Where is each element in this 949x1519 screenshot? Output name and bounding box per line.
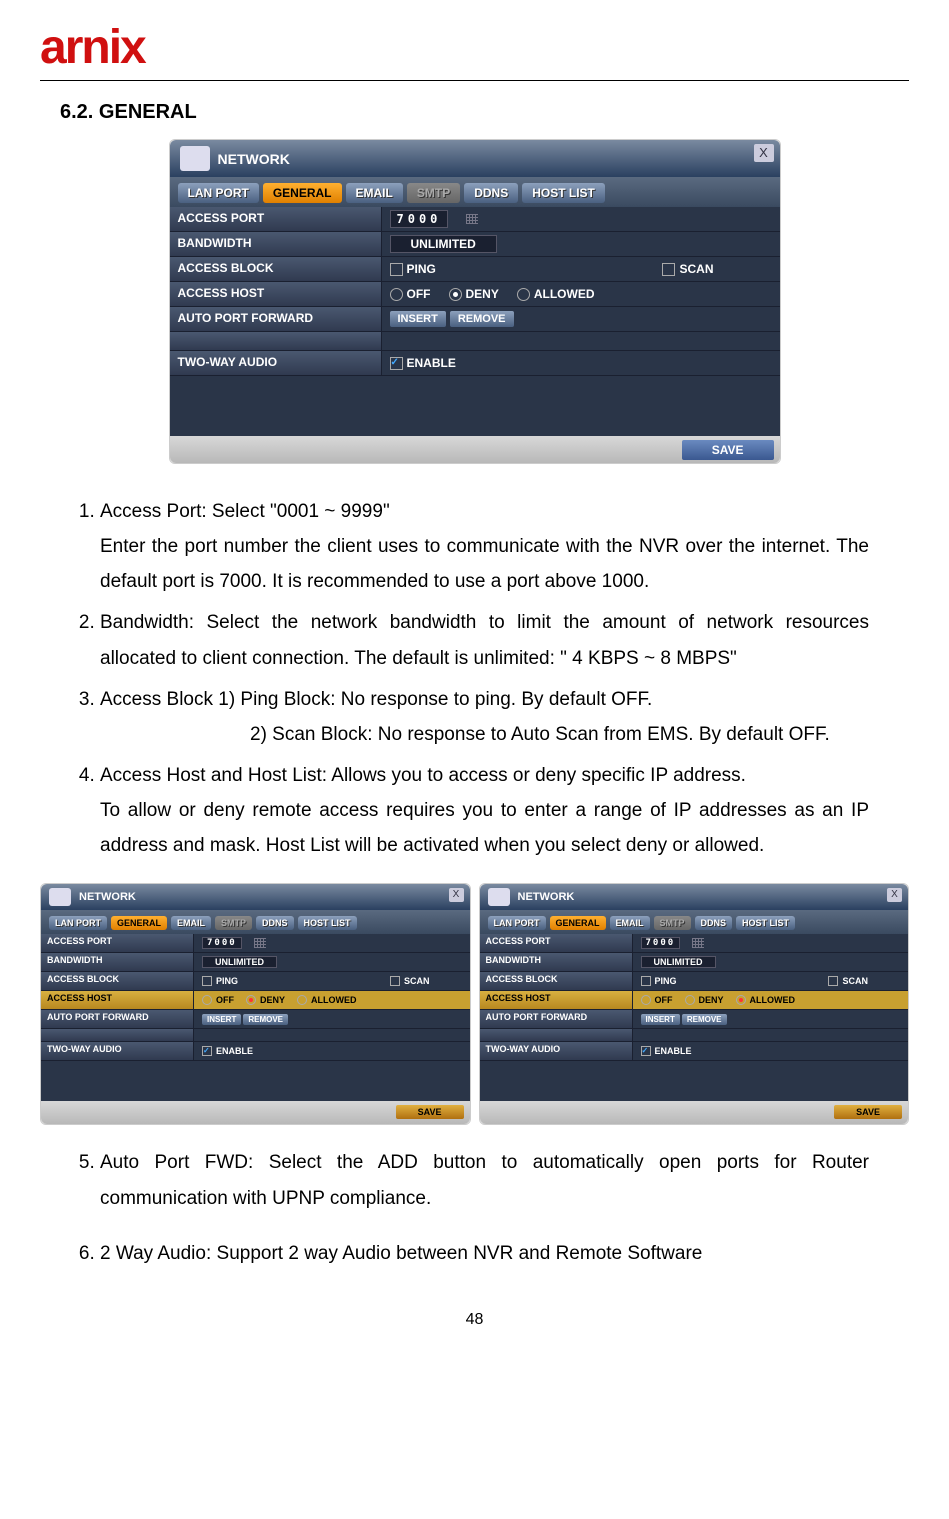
tab-bar: LAN PORT GENERAL EMAIL SMTP DDNS HOST LI… xyxy=(170,177,780,207)
access-host-deny[interactable]: DENY xyxy=(685,995,724,1005)
network-panel: X NETWORK LAN PORT GENERAL EMAIL SMTP DD… xyxy=(169,139,781,464)
save-button[interactable]: SAVE xyxy=(396,1105,464,1119)
tab-host-list[interactable]: HOST LIST xyxy=(522,183,605,203)
tab-host-list[interactable]: HOST LIST xyxy=(298,916,357,930)
scan-checkbox[interactable]: SCAN xyxy=(662,262,713,276)
label-bandwidth: BANDWIDTH xyxy=(170,232,382,256)
remove-button[interactable]: REMOVE xyxy=(243,1014,288,1025)
label-access-port: ACCESS PORT xyxy=(170,207,382,231)
tab-general[interactable]: GENERAL xyxy=(111,916,167,930)
list-item: Access Block 1) Ping Block: No response … xyxy=(100,682,869,752)
bandwidth-select[interactable]: UNLIMITED xyxy=(390,235,497,253)
ping-checkbox[interactable]: PING xyxy=(641,976,677,986)
access-host-deny[interactable]: DENY xyxy=(246,995,285,1005)
tab-ddns[interactable]: DDNS xyxy=(695,916,733,930)
access-host-deny[interactable]: DENY xyxy=(449,287,499,301)
enable-checkbox[interactable]: ENABLE xyxy=(202,1046,253,1056)
tab-smtp: SMTP xyxy=(407,183,460,203)
panel-title: NETWORK xyxy=(218,151,290,167)
bandwidth-select[interactable]: UNLIMITED xyxy=(202,956,277,968)
row-bandwidth: BANDWIDTH UNLIMITED xyxy=(170,232,780,257)
keypad-icon[interactable] xyxy=(466,214,478,224)
tab-ddns[interactable]: DDNS xyxy=(256,916,294,930)
row-auto-port-forward: AUTO PORT FORWARD INSERT REMOVE xyxy=(170,307,780,332)
network-icon xyxy=(488,888,510,906)
keypad-icon[interactable] xyxy=(692,938,704,948)
tab-bar: LAN PORT GENERAL EMAIL SMTP DDNS HOST LI… xyxy=(480,910,909,934)
scan-checkbox[interactable]: SCAN xyxy=(828,976,868,986)
bandwidth-select[interactable]: UNLIMITED xyxy=(641,956,716,968)
access-host-off[interactable]: OFF xyxy=(202,995,234,1005)
scan-checkbox[interactable]: SCAN xyxy=(390,976,430,986)
close-icon[interactable]: X xyxy=(754,144,774,162)
tab-host-list[interactable]: HOST LIST xyxy=(736,916,795,930)
list-item: Bandwidth: Select the network bandwidth … xyxy=(100,605,869,675)
tab-general[interactable]: GENERAL xyxy=(263,183,342,203)
enable-checkbox[interactable]: ENABLE xyxy=(390,356,456,370)
insert-button[interactable]: INSERT xyxy=(202,1014,241,1025)
access-port-input[interactable]: 7000 xyxy=(202,937,242,949)
access-host-allowed[interactable]: ALLOWED xyxy=(517,287,595,301)
row-access-host: ACCESS HOST OFF DENY ALLOWED xyxy=(170,282,780,307)
panel-header: NETWORK xyxy=(170,140,780,177)
enable-checkbox[interactable]: ENABLE xyxy=(641,1046,692,1056)
list-item: 2 Way Audio: Support 2 way Audio between… xyxy=(100,1236,869,1271)
tab-smtp: SMTP xyxy=(215,916,252,930)
row-access-block: ACCESS BLOCK PING SCAN xyxy=(170,257,780,282)
instruction-list: Access Port: Select "0001 ~ 9999" Enter … xyxy=(100,494,869,863)
tab-lan-port[interactable]: LAN PORT xyxy=(49,916,107,930)
tab-general[interactable]: GENERAL xyxy=(550,916,606,930)
save-button[interactable]: SAVE xyxy=(682,440,774,460)
network-icon xyxy=(180,146,210,171)
insert-button[interactable]: INSERT xyxy=(641,1014,680,1025)
section-heading: 6.2. GENERAL xyxy=(60,101,909,124)
label-access-host: ACCESS HOST xyxy=(170,282,382,306)
label-access-block: ACCESS BLOCK xyxy=(170,257,382,281)
close-icon[interactable]: X xyxy=(887,888,902,902)
panel-footer: SAVE xyxy=(170,436,780,463)
tab-smtp: SMTP xyxy=(654,916,691,930)
label-two-way-audio: TWO-WAY AUDIO xyxy=(170,351,382,375)
header-rule xyxy=(40,80,909,81)
keypad-icon[interactable] xyxy=(254,938,266,948)
list-item: Access Port: Select "0001 ~ 9999" Enter … xyxy=(100,494,869,599)
access-port-input[interactable]: 7000 xyxy=(390,210,449,228)
row-two-way-audio: TWO-WAY AUDIO ENABLE xyxy=(170,351,780,376)
insert-button[interactable]: INSERT xyxy=(390,311,446,327)
panel-header: NETWORK xyxy=(41,884,470,910)
remove-button[interactable]: REMOVE xyxy=(450,311,514,327)
label-auto-port-forward: AUTO PORT FORWARD xyxy=(170,307,382,331)
access-host-off[interactable]: OFF xyxy=(641,995,673,1005)
access-port-input[interactable]: 7000 xyxy=(641,937,681,949)
blank-rows xyxy=(170,376,780,436)
ping-checkbox[interactable]: PING xyxy=(390,262,436,276)
logo: arnix xyxy=(40,20,909,75)
network-panel-allowed: X NETWORK LAN PORT GENERAL EMAIL SMTP DD… xyxy=(479,883,910,1125)
tab-bar: LAN PORT GENERAL EMAIL SMTP DDNS HOST LI… xyxy=(41,910,470,934)
list-item: Auto Port FWD: Select the ADD button to … xyxy=(100,1145,869,1215)
close-icon[interactable]: X xyxy=(449,888,464,902)
tab-email[interactable]: EMAIL xyxy=(610,916,650,930)
access-host-allowed[interactable]: ALLOWED xyxy=(736,995,796,1005)
network-icon xyxy=(49,888,71,906)
access-host-allowed[interactable]: ALLOWED xyxy=(297,995,357,1005)
row-access-port: ACCESS PORT 7000 xyxy=(170,207,780,232)
page-number: 48 xyxy=(40,1311,909,1329)
tab-email[interactable]: EMAIL xyxy=(171,916,211,930)
tab-ddns[interactable]: DDNS xyxy=(464,183,518,203)
tab-lan-port[interactable]: LAN PORT xyxy=(178,183,259,203)
access-host-off[interactable]: OFF xyxy=(390,287,431,301)
panel-title: NETWORK xyxy=(79,891,136,903)
tab-lan-port[interactable]: LAN PORT xyxy=(488,916,546,930)
instruction-list-2: Auto Port FWD: Select the ADD button to … xyxy=(100,1145,869,1270)
tab-email[interactable]: EMAIL xyxy=(346,183,403,203)
list-item: Access Host and Host List: Allows you to… xyxy=(100,758,869,863)
row-spacer xyxy=(170,332,780,351)
ping-checkbox[interactable]: PING xyxy=(202,976,238,986)
network-panel-deny: X NETWORK LAN PORT GENERAL EMAIL SMTP DD… xyxy=(40,883,471,1125)
remove-button[interactable]: REMOVE xyxy=(682,1014,727,1025)
panel-header: NETWORK xyxy=(480,884,909,910)
save-button[interactable]: SAVE xyxy=(834,1105,902,1119)
panel-title: NETWORK xyxy=(518,891,575,903)
